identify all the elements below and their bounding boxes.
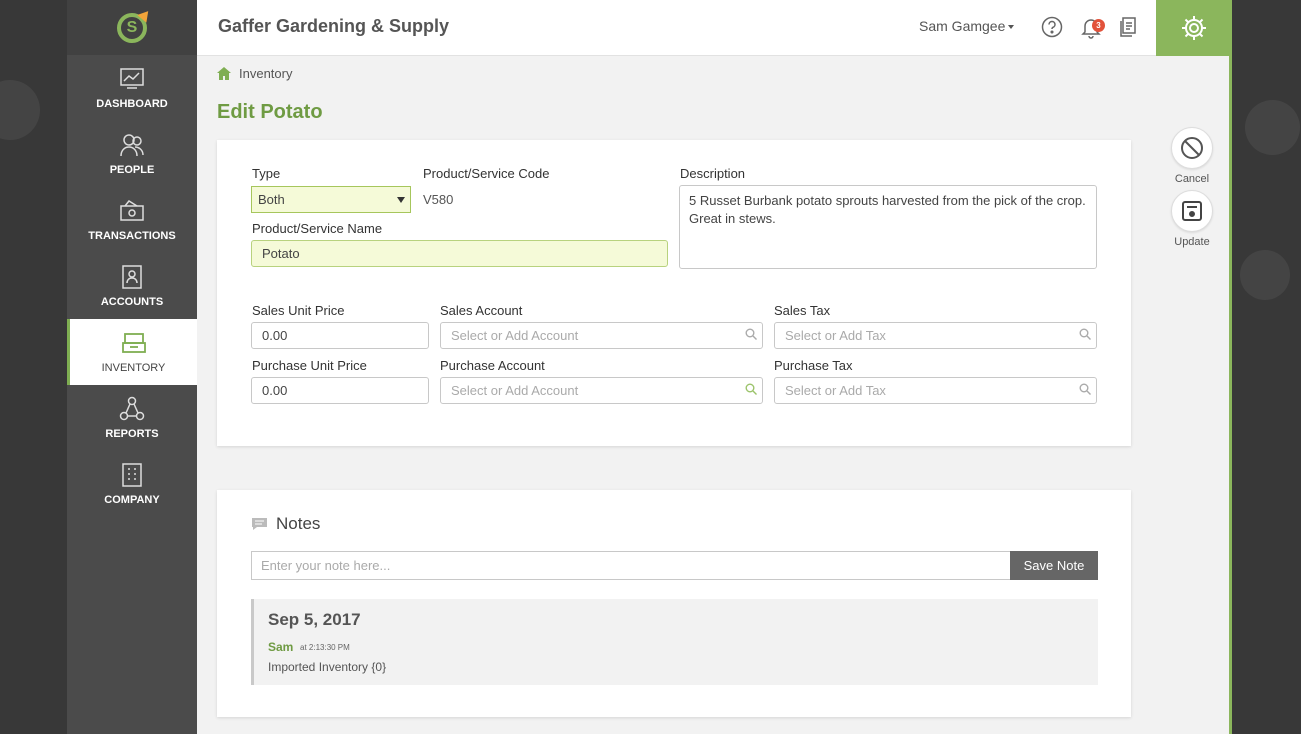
sidebar-item-transactions[interactable]: TRANSACTIONS [67,187,197,253]
settings-button[interactable] [1156,0,1232,56]
save-note-button[interactable]: Save Note [1010,551,1098,580]
accounts-icon [122,265,142,289]
documents-icon[interactable] [1116,15,1140,39]
sidebar-item-label: DASHBOARD [96,98,168,110]
sales-tax-label: Sales Tax [774,303,831,318]
sales-account-label: Sales Account [440,303,523,318]
cancel-action[interactable]: Cancel [1170,127,1214,185]
chevron-down-icon [397,197,405,203]
chevron-down-icon [1008,25,1015,30]
search-icon [1079,383,1091,395]
inventory-icon [121,333,146,353]
update-button[interactable] [1171,190,1213,232]
update-action[interactable]: Update [1170,190,1214,248]
sidebar-item-dashboard[interactable]: DASHBOARD [67,55,197,121]
description-field[interactable]: 5 Russet Burbank potato sprouts harveste… [679,185,1097,269]
sales-tax-field[interactable] [774,322,1097,349]
user-name: Sam Gamgee [919,18,1006,34]
search-icon [1079,328,1091,340]
sidebar-item-reports[interactable]: REPORTS [67,385,197,451]
code-label: Product/Service Code [423,166,550,181]
cancel-button[interactable] [1171,127,1213,169]
sales-account-field[interactable] [440,322,763,349]
sidebar-item-label: COMPANY [104,494,160,506]
question-icon[interactable] [1040,15,1064,39]
description-label: Description [680,166,746,181]
breadcrumb[interactable]: Inventory [217,66,292,81]
note-user: Sam [268,640,294,654]
note-time: at 2:13:30 PM [300,643,350,652]
sidebar-item-people[interactable]: PEOPLE [67,121,197,187]
top-bar: Gaffer Gardening & Supply Sam Gamgee 3 [197,0,1232,56]
search-icon [745,383,757,395]
type-label: Type [252,166,281,181]
notes-title: Notes [276,514,321,533]
user-menu[interactable]: Sam Gamgee [919,18,1015,34]
note-date: Sep 5, 2017 [268,610,361,629]
notification-badge: 3 [1092,19,1105,32]
type-value: Both [258,192,285,207]
name-field[interactable] [251,240,668,267]
purchase-tax-field[interactable] [774,377,1097,404]
search-icon [745,328,757,340]
cancel-label: Cancel [1174,173,1210,185]
sidebar: S DASHBOARD PEOPLE TRANSACTIONS ACCOUNTS… [67,0,197,734]
comment-icon [252,518,267,530]
save-icon [1182,201,1202,221]
chart-icon [120,68,144,89]
sidebar-item-label: INVENTORY [101,362,166,374]
sales-price-field[interactable] [251,322,429,349]
product-form-card: Type Both Product/Service Code V580 Desc… [217,140,1131,446]
sidebar-item-inventory[interactable]: INVENTORY [67,319,197,385]
purchase-tax-wrapper [774,377,1097,404]
company-name: Gaffer Gardening & Supply [218,16,450,36]
cancel-icon [1181,137,1203,159]
sidebar-item-label: REPORTS [105,428,159,440]
note-input[interactable] [251,551,1011,580]
sidebar-item-accounts[interactable]: ACCOUNTS [67,253,197,319]
sales-tax-wrapper [774,322,1097,349]
page-title: Edit Potato [217,101,323,123]
background-decoration [1245,100,1300,155]
transactions-icon [120,200,144,221]
people-icon [120,134,144,157]
purchase-tax-label: Purchase Tax [774,358,853,373]
purchase-price-field[interactable] [251,377,429,404]
sales-price-label: Sales Unit Price [252,303,345,318]
notes-heading: Notes [251,514,320,534]
update-label: Update [1174,236,1210,248]
sidebar-item-label: PEOPLE [109,164,155,176]
purchase-account-field[interactable] [440,377,763,404]
main-content: Inventory Edit Potato Type Both Product/… [197,56,1232,734]
note-text: Imported Inventory {0} [268,660,387,674]
purchase-account-wrapper [440,377,763,404]
gear-icon [1182,16,1206,40]
sales-account-wrapper [440,322,763,349]
sidebar-item-label: TRANSACTIONS [88,230,176,242]
background-decoration [1240,250,1290,300]
sidebar-item-label: ACCOUNTS [100,296,164,308]
breadcrumb-label: Inventory [239,66,293,81]
note-entry: Sep 5, 2017 Sam at 2:13:30 PM Imported I… [251,599,1098,685]
logo-icon: S [117,6,153,43]
building-icon [122,463,142,487]
notes-card: Notes Save Note Sep 5, 2017 Sam at 2:13:… [217,490,1131,717]
name-label: Product/Service Name [252,221,383,236]
app-logo[interactable]: S [67,0,197,55]
code-value: V580 [423,192,454,207]
sidebar-item-company[interactable]: COMPANY [67,451,197,517]
purchase-price-label: Purchase Unit Price [252,358,367,373]
type-select[interactable]: Both [251,186,411,213]
reports-icon [119,396,145,421]
home-icon [217,67,231,80]
purchase-account-label: Purchase Account [440,358,545,373]
